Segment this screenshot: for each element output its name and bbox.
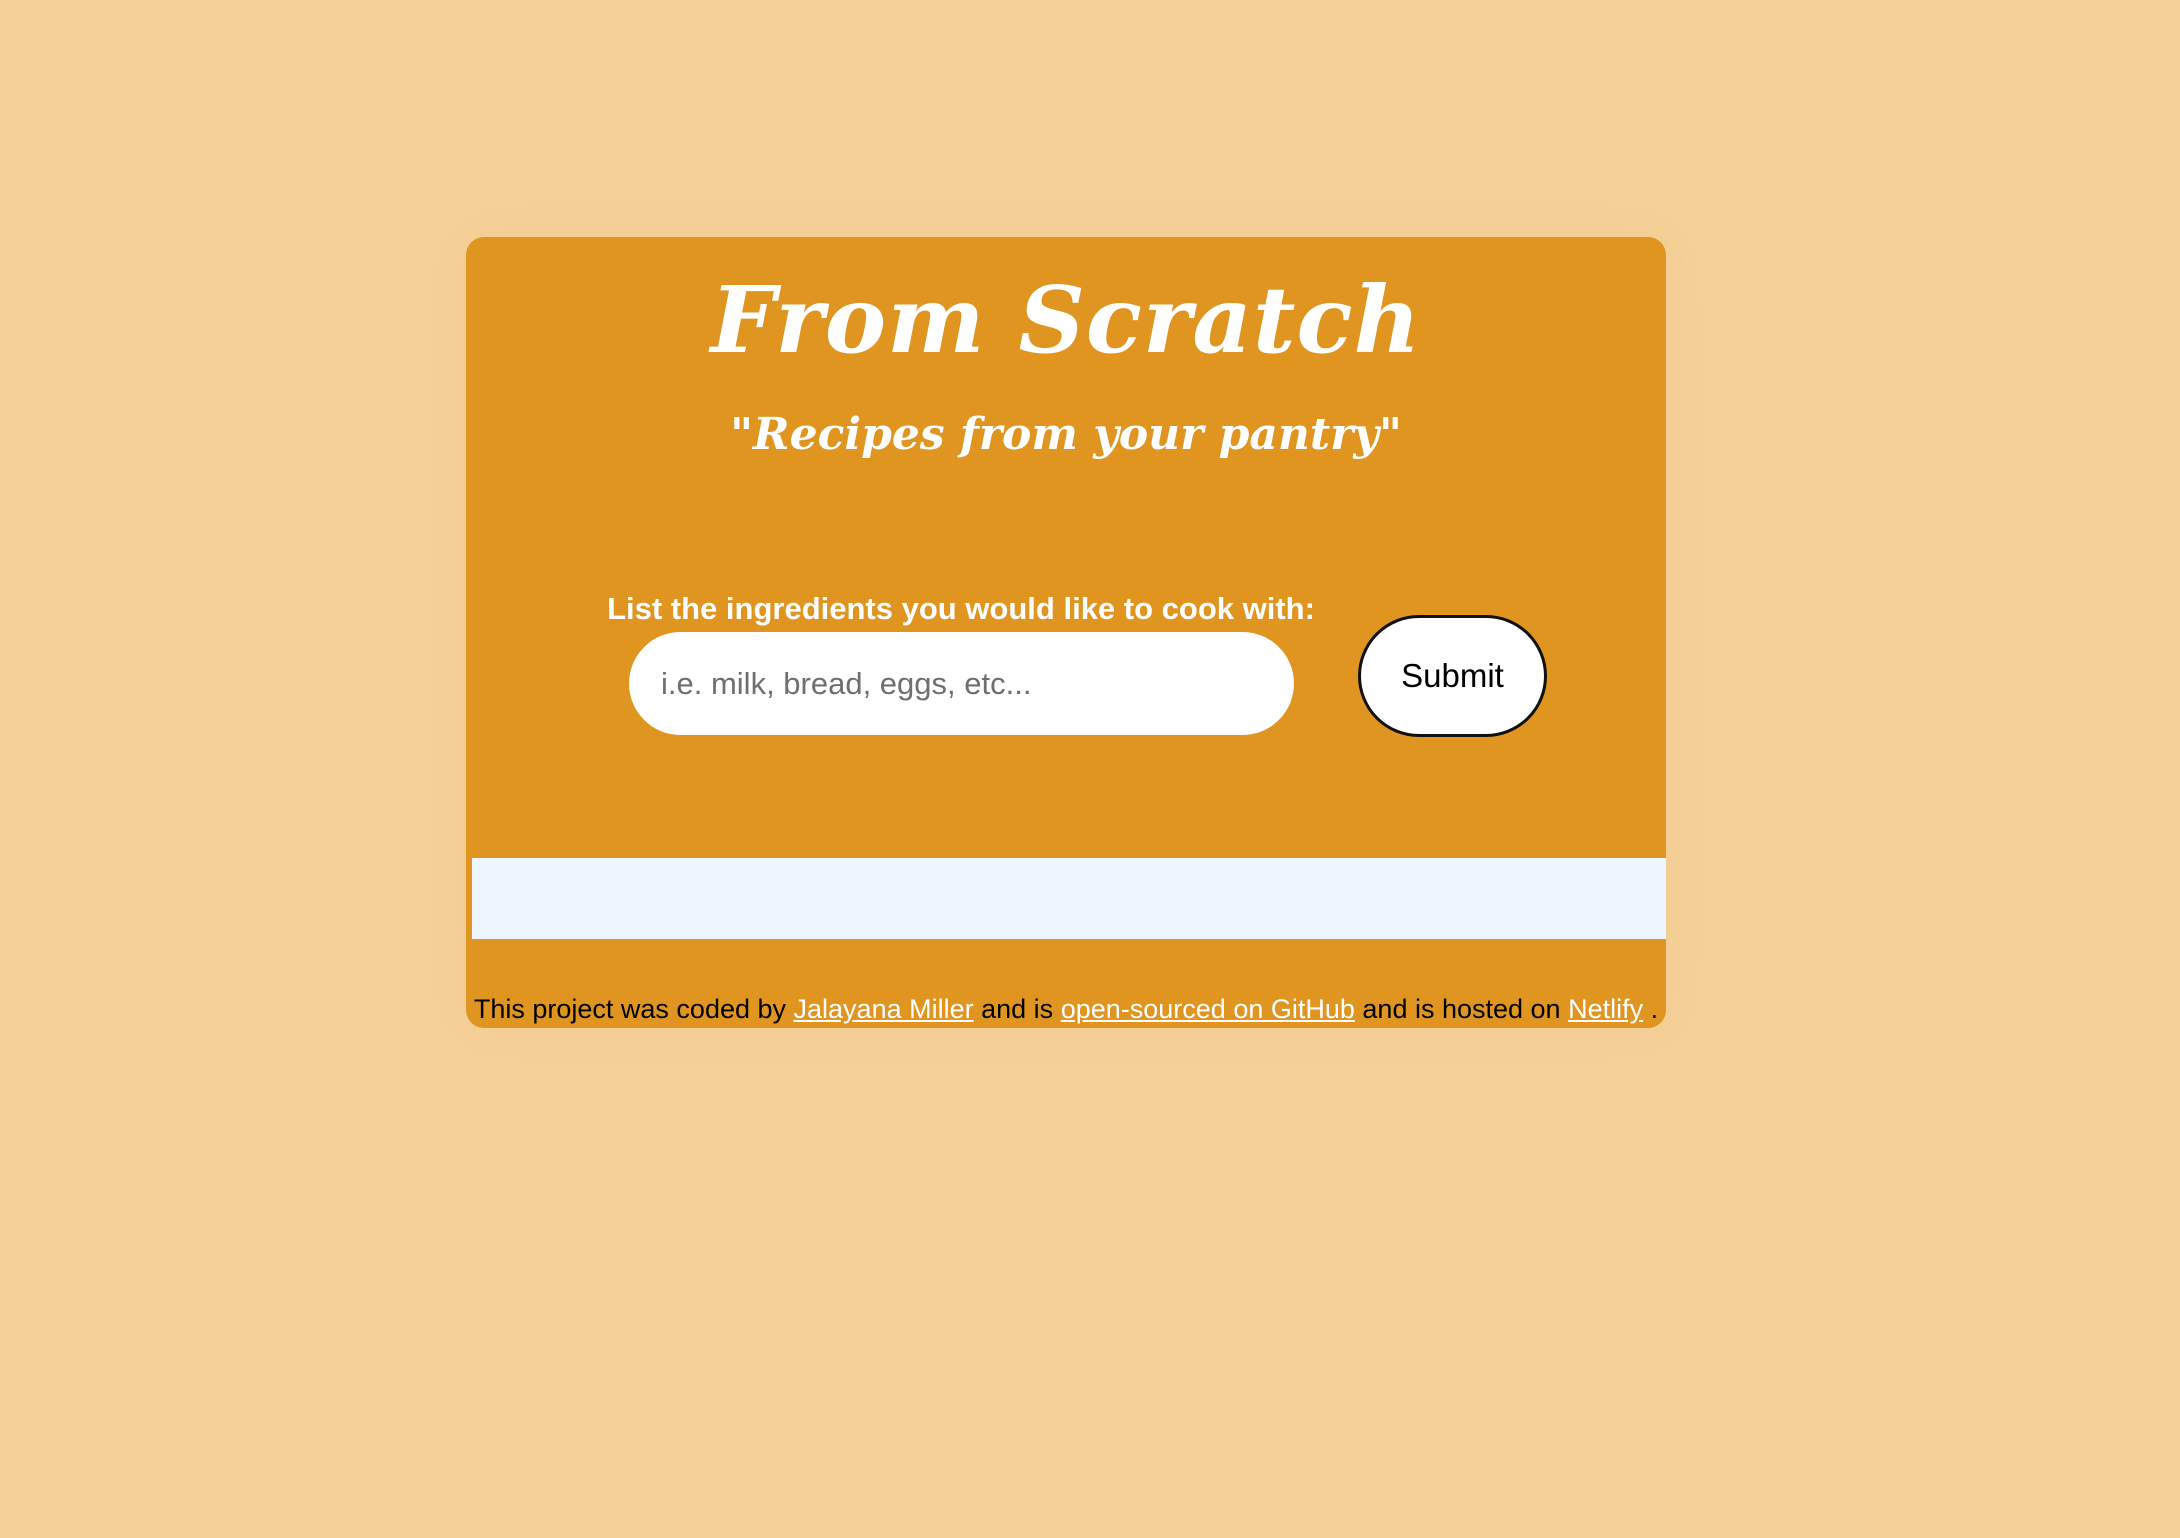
footer-text-period: .: [1650, 994, 1659, 1024]
recipe-results-area: [472, 858, 1666, 939]
netlify-link[interactable]: Netlify: [1568, 994, 1643, 1024]
author-link[interactable]: Jalayana Miller: [794, 994, 974, 1024]
footer-text-and-is: and is: [981, 994, 1054, 1024]
submit-button[interactable]: Submit: [1358, 615, 1547, 737]
footer-text-hosted-on: and is hosted on: [1362, 994, 1561, 1024]
ingredients-input[interactable]: [629, 632, 1294, 735]
footer: This project was coded by Jalayana Mille…: [466, 992, 1666, 1026]
app-card: From Scratch "Recipes from your pantry" …: [466, 237, 1666, 1028]
page-title: From Scratch: [710, 266, 1422, 374]
footer-text-coded-by: This project was coded by: [473, 994, 787, 1024]
github-link[interactable]: open-sourced on GitHub: [1061, 994, 1355, 1024]
page-subtitle: "Recipes from your pantry": [730, 409, 1402, 460]
ingredients-label: List the ingredients you would like to c…: [607, 591, 1315, 626]
